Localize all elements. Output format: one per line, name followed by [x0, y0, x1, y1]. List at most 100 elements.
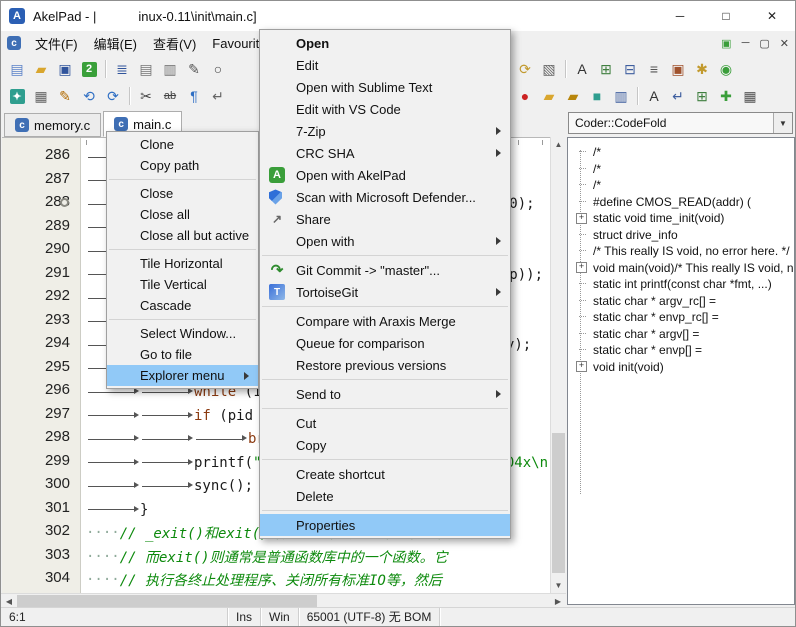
- menuitem-edit[interactable]: Edit: [260, 54, 510, 76]
- vertical-scroll-thumb[interactable]: [552, 433, 565, 573]
- show-paragraph-icon[interactable]: ¶: [183, 85, 205, 107]
- menuitem-share[interactable]: ↗Share: [260, 208, 510, 230]
- menuitem-open-with-akelpad[interactable]: AOpen with AkelPad: [260, 164, 510, 186]
- codefold-item[interactable]: /* This really IS void, no error here. *…: [574, 243, 794, 260]
- grid-icon[interactable]: ⊞: [691, 85, 713, 107]
- menu-view[interactable]: 查看(V): [145, 32, 204, 55]
- menuitem-queue-for-comparison[interactable]: Queue for comparison: [260, 332, 510, 354]
- scroll-down-icon[interactable]: ▼: [551, 578, 566, 593]
- edit-mode-icon[interactable]: ✎: [54, 85, 76, 107]
- menuitem-close[interactable]: Close: [107, 183, 258, 204]
- menu-edit[interactable]: 编辑(E): [86, 32, 145, 55]
- codefold-item[interactable]: /*: [574, 177, 794, 194]
- menuitem-open-with[interactable]: Open with: [260, 230, 510, 252]
- menuitem-create-shortcut[interactable]: Create shortcut: [260, 463, 510, 485]
- menuitem-explorer-menu[interactable]: Explorer menu: [107, 365, 258, 386]
- keymap-icon[interactable]: ▦: [739, 85, 761, 107]
- menuitem-tile-vertical[interactable]: Tile Vertical: [107, 274, 258, 295]
- paste-icon[interactable]: ▧: [538, 58, 560, 80]
- codefold-item[interactable]: static char * argv[] =: [574, 326, 794, 343]
- print-icon[interactable]: ▤: [135, 58, 157, 80]
- menuitem-git-commit-master[interactable]: ↷Git Commit -> "master"...: [260, 259, 510, 281]
- list-icon[interactable]: ≡: [643, 58, 665, 80]
- mdi-plugin-icon[interactable]: ▣: [721, 37, 731, 50]
- columns-icon[interactable]: ▥: [610, 85, 632, 107]
- menuitem-restore-previous-versions[interactable]: Restore previous versions: [260, 354, 510, 376]
- menuitem-close-all[interactable]: Close all: [107, 204, 258, 225]
- folder-bookmarks-icon[interactable]: ▰: [538, 85, 560, 107]
- sync-icon[interactable]: ⟳: [102, 85, 124, 107]
- font-size-icon[interactable]: A: [643, 85, 665, 107]
- menuitem-go-to-file[interactable]: Go to file: [107, 344, 258, 365]
- codefold-item[interactable]: static char * envp_rc[] =: [574, 309, 794, 326]
- minimize-button[interactable]: ─: [657, 1, 703, 31]
- menuitem-close-all-but-active[interactable]: Close all but active: [107, 225, 258, 246]
- menuitem-tile-horizontal[interactable]: Tile Horizontal: [107, 253, 258, 274]
- open-file-icon[interactable]: ▰: [30, 58, 52, 80]
- record-macro-icon[interactable]: ●: [514, 85, 536, 107]
- codefold-plugin-selector[interactable]: Coder::CodeFold ▼: [568, 112, 793, 134]
- codefold-item[interactable]: /*: [574, 144, 794, 161]
- codefold-item[interactable]: /*: [574, 161, 794, 178]
- word-wrap-icon[interactable]: ↵: [207, 85, 229, 107]
- file-properties-icon[interactable]: ✎: [183, 58, 205, 80]
- chevron-down-icon[interactable]: ▼: [773, 113, 792, 133]
- close-button[interactable]: ✕: [749, 1, 795, 31]
- merge-cells-icon[interactable]: ⊟: [619, 58, 641, 80]
- menuitem-compare-with-araxis-merge[interactable]: Compare with Araxis Merge: [260, 310, 510, 332]
- editor-vertical-scrollbar[interactable]: ▲ ▼: [550, 137, 566, 593]
- menuitem-7-zip[interactable]: 7-Zip: [260, 120, 510, 142]
- search-icon[interactable]: ○: [207, 58, 229, 80]
- codefold-item[interactable]: static char * argv_rc[] =: [574, 293, 794, 310]
- print-preview-icon[interactable]: ▥: [159, 58, 181, 80]
- codefold-item[interactable]: +void init(void): [574, 359, 794, 376]
- save-file-icon[interactable]: ▣: [54, 58, 76, 80]
- folder-scripts-icon[interactable]: ▰: [562, 85, 584, 107]
- menuitem-scan-with-microsoft-defender[interactable]: Scan with Microsoft Defender...: [260, 186, 510, 208]
- codefold-item[interactable]: static char * envp[] =: [574, 342, 794, 359]
- menuitem-crc-sha[interactable]: CRC SHA: [260, 142, 510, 164]
- codefold-item[interactable]: static int printf(const char *fmt, ...): [574, 276, 794, 293]
- block-select-icon[interactable]: ■: [586, 85, 608, 107]
- help-icon[interactable]: ◉: [715, 58, 737, 80]
- refresh-document-icon[interactable]: ⟲: [78, 85, 100, 107]
- codefold-item[interactable]: +void main(void)/* This really IS void, …: [574, 260, 794, 277]
- strikeout-icon[interactable]: ab: [159, 85, 181, 107]
- bookmark-marker[interactable]: [60, 198, 69, 207]
- insert-table-icon[interactable]: ⊞: [595, 58, 617, 80]
- menuitem-open[interactable]: Open: [260, 32, 510, 54]
- expand-plus-icon[interactable]: +: [576, 213, 587, 224]
- menuitem-properties[interactable]: Properties: [260, 514, 510, 536]
- insert-object-icon[interactable]: ▣: [667, 58, 689, 80]
- codefold-item[interactable]: struct drive_info: [574, 227, 794, 244]
- add-plugin-icon[interactable]: ✚: [715, 85, 737, 107]
- menuitem-copy-path[interactable]: Copy path: [107, 155, 258, 176]
- menuitem-send-to[interactable]: Send to: [260, 383, 510, 405]
- mdi-restore-button[interactable]: ▢: [759, 37, 769, 50]
- wrap-toggle-icon[interactable]: ↵: [667, 85, 689, 107]
- cut-icon[interactable]: ✂: [135, 85, 157, 107]
- scroll-up-icon[interactable]: ▲: [551, 137, 566, 152]
- codefold-item[interactable]: +static void time_init(void): [574, 210, 794, 227]
- expand-plus-icon[interactable]: +: [576, 262, 587, 273]
- font-icon[interactable]: A: [571, 58, 593, 80]
- menuitem-clone[interactable]: Clone: [107, 134, 258, 155]
- mdi-minimize-button[interactable]: ─: [742, 37, 750, 49]
- plugins-icon[interactable]: ✦: [6, 85, 28, 107]
- menuitem-cut[interactable]: Cut: [260, 412, 510, 434]
- menuitem-delete[interactable]: Delete: [260, 485, 510, 507]
- menuitem-copy[interactable]: Copy: [260, 434, 510, 456]
- menuitem-open-with-sublime-text[interactable]: Open with Sublime Text: [260, 76, 510, 98]
- expand-plus-icon[interactable]: +: [576, 361, 587, 372]
- maximize-button[interactable]: □: [703, 1, 749, 31]
- menuitem-select-window[interactable]: Select Window...: [107, 323, 258, 344]
- settings-gear-icon[interactable]: ✱: [691, 58, 713, 80]
- tab-memory-c[interactable]: cmemory.c: [4, 113, 101, 137]
- menu-file[interactable]: 文件(F): [27, 32, 86, 55]
- mdi-close-button[interactable]: ✕: [780, 37, 789, 50]
- new-file-icon[interactable]: ▤: [6, 58, 28, 80]
- menuitem-tortoisegit[interactable]: TTortoiseGit: [260, 281, 510, 303]
- refresh-icon[interactable]: ⟳: [514, 58, 536, 80]
- menuitem-cascade[interactable]: Cascade: [107, 295, 258, 316]
- reopen-codepage-icon[interactable]: 2: [78, 58, 100, 80]
